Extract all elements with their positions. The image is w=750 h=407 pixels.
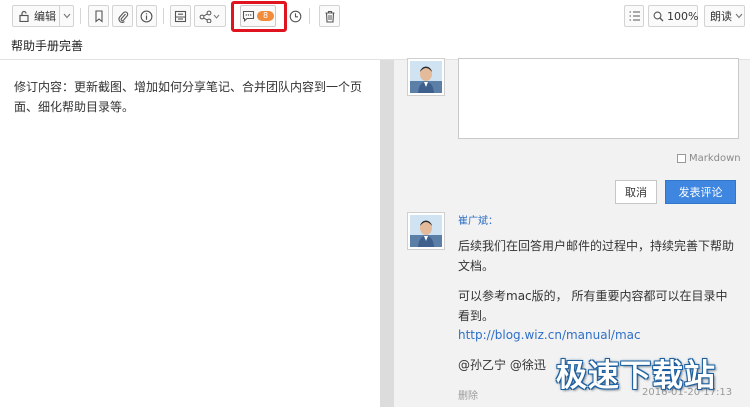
toolbar: 编辑 8 100% 朗读 [0,0,750,33]
comment-input[interactable] [458,58,739,139]
toolbar-divider [309,8,310,24]
comment-link[interactable]: http://blog.wiz.cn/manual/mac [458,328,641,342]
highlight-frame [231,1,287,32]
zoom-level: 100% [667,9,699,23]
delete-comment-link[interactable]: 删除 [458,387,478,402]
zoom-icon [653,11,664,22]
read-aloud-button[interactable]: 朗读 [704,5,745,27]
share-button[interactable] [194,5,226,27]
outline-list-icon [628,10,641,22]
edit-label: 编辑 [34,10,56,23]
unlock-icon [18,10,30,22]
clock-icon [289,10,302,23]
comment-paragraph: 后续我们在回答用户邮件的过程中，持续完善下帮助文档。 [458,239,735,273]
note-title[interactable]: 帮助手册完善 [11,37,83,54]
bookmark-icon [93,9,105,23]
markdown-checkbox[interactable] [677,154,686,163]
trash-icon [324,10,336,23]
comment-mentions: @孙乙宁 @徐迅 [458,358,546,372]
attachment-button[interactable] [112,5,133,27]
bookmark-button[interactable] [88,5,109,27]
cancel-button[interactable]: 取消 [615,180,657,204]
toolbar-divider [80,8,81,24]
info-button[interactable] [136,5,157,27]
delete-note-button[interactable] [319,5,340,27]
info-icon [140,10,153,23]
share-icon [199,10,221,23]
watermark: 极速下载站 [556,350,716,395]
paperclip-icon [117,10,129,23]
avatar [407,58,445,96]
read-aloud-label: 朗读 [710,10,732,23]
chevron-down-icon [735,13,743,19]
markdown-label: Markdown [689,153,741,164]
post-comment-button[interactable]: 发表评论 [665,180,736,204]
edit-button[interactable]: 编辑 [12,5,74,27]
scrollbar[interactable] [380,60,394,407]
share-to-button[interactable] [170,5,191,27]
comment-paragraph: 可以参考mac版的， 所有重要内容都可以在目录中看到。 [458,289,728,323]
stamp-icon [174,10,187,23]
chevron-down-icon[interactable] [59,6,73,26]
avatar [407,212,445,250]
markdown-toggle[interactable]: Markdown [677,153,741,164]
toolbar-divider [163,8,164,24]
note-body[interactable]: 修订内容：更新截图、增加如何分享笔记、合并团队内容到一个页面、细化帮助目录等。 [14,77,364,117]
comment-author[interactable]: 崔广斌： [458,212,498,227]
watermark-text: 极速下载站 [556,358,716,394]
zoom-button[interactable]: 100% [648,5,698,27]
outline-button[interactable] [624,5,644,27]
history-button[interactable] [288,5,302,27]
